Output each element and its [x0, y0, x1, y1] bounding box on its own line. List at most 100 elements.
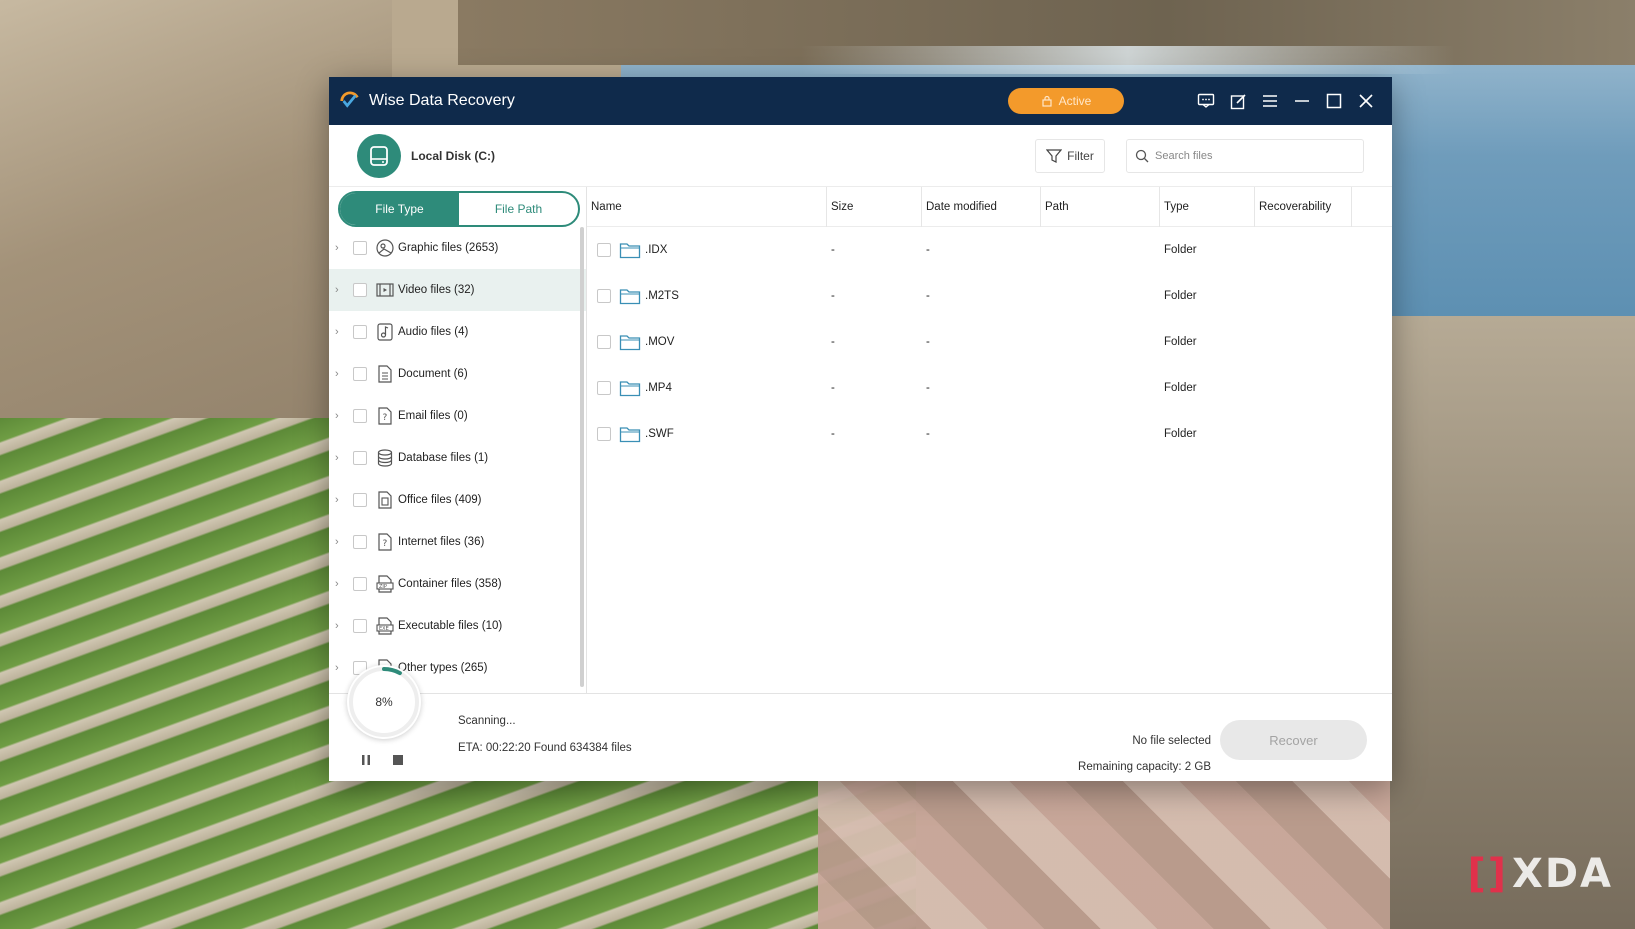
chevron-right-icon[interactable]: › — [335, 662, 345, 674]
cell-type: Folder — [1164, 336, 1197, 348]
stop-icon — [393, 755, 403, 765]
xda-watermark-logo: [] XDA — [1467, 851, 1613, 897]
folder-icon — [619, 243, 641, 259]
category-item[interactable]: › Document (6) — [329, 353, 586, 395]
column-path[interactable]: Path — [1041, 186, 1160, 227]
feedback-icon[interactable] — [1196, 91, 1216, 111]
category-checkbox[interactable] — [353, 241, 367, 255]
category-label: Container files (358) — [398, 578, 502, 590]
folder-icon — [619, 335, 641, 351]
app-logo-icon — [340, 91, 359, 108]
view-toggle: File Type File Path — [338, 191, 580, 227]
category-checkbox[interactable] — [353, 577, 367, 591]
category-label: Document (6) — [398, 368, 468, 380]
column-type[interactable]: Type — [1160, 186, 1255, 227]
category-checkbox[interactable] — [353, 283, 367, 297]
disk-label: Local Disk (C:) — [411, 148, 496, 163]
category-item[interactable]: ›? Internet files (36) — [329, 521, 586, 563]
cell-size: - — [831, 244, 835, 256]
chevron-right-icon[interactable]: › — [335, 620, 345, 632]
chevron-right-icon[interactable]: › — [335, 326, 345, 338]
cell-date: - — [926, 382, 930, 394]
column-recoverability[interactable]: Recoverability — [1255, 186, 1352, 227]
chevron-right-icon[interactable]: › — [335, 242, 345, 254]
maximize-icon[interactable] — [1324, 91, 1344, 111]
category-label: Email files (0) — [398, 410, 468, 422]
category-label: Graphic files (2653) — [398, 242, 499, 254]
scan-eta: ETA: 00:22:20 Found 634384 files — [458, 742, 632, 754]
recover-button[interactable]: Recover — [1220, 720, 1367, 760]
chevron-right-icon[interactable]: › — [335, 284, 345, 296]
active-license-button[interactable]: Active — [1008, 88, 1124, 114]
document-icon — [375, 364, 395, 384]
search-box — [1126, 138, 1364, 173]
zip-icon: ZIP — [375, 574, 395, 594]
stop-button[interactable] — [391, 753, 405, 767]
progress-percent: 8% — [375, 695, 393, 709]
category-checkbox[interactable] — [353, 325, 367, 339]
file-name: .SWF — [645, 428, 674, 440]
tab-file-path[interactable]: File Path — [459, 193, 578, 225]
table-row[interactable]: .MOV - - Folder — [587, 319, 1392, 365]
category-label: Video files (32) — [398, 284, 475, 296]
filter-button[interactable]: Filter — [1035, 138, 1105, 173]
chevron-right-icon[interactable]: › — [335, 494, 345, 506]
category-item[interactable]: › Database files (1) — [329, 437, 586, 479]
category-item[interactable]: › Video files (32) — [329, 269, 586, 311]
tab-file-type[interactable]: File Type — [340, 193, 459, 225]
table-header: Name Size Date modified Path Type Recove… — [587, 186, 1392, 227]
category-label: Internet files (36) — [398, 536, 485, 548]
chevron-right-icon[interactable]: › — [335, 410, 345, 422]
category-checkbox[interactable] — [353, 535, 367, 549]
search-input[interactable] — [1155, 149, 1345, 162]
table-row[interactable]: .MP4 - - Folder — [587, 365, 1392, 411]
category-checkbox[interactable] — [353, 619, 367, 633]
cell-size: - — [831, 428, 835, 440]
edit-icon[interactable] — [1228, 91, 1248, 111]
main-content: File Type File Path › Graphic files (2653… — [329, 186, 1392, 693]
minimize-icon[interactable] — [1292, 91, 1312, 111]
cell-size: - — [831, 290, 835, 302]
category-item[interactable]: › Audio files (4) — [329, 311, 586, 353]
category-checkbox[interactable] — [353, 367, 367, 381]
category-checkbox[interactable] — [353, 451, 367, 465]
category-item[interactable]: ›? Email files (0) — [329, 395, 586, 437]
file-name: .MOV — [645, 336, 675, 348]
cell-type: Folder — [1164, 428, 1197, 440]
category-checkbox[interactable] — [353, 409, 367, 423]
exe-icon: EXE — [375, 616, 395, 636]
row-checkbox[interactable] — [597, 381, 611, 395]
table-row[interactable]: .IDX - - Folder — [587, 227, 1392, 273]
category-item[interactable]: › EXE Executable files (10) — [329, 605, 586, 647]
table-row[interactable]: .M2TS - - Folder — [587, 273, 1392, 319]
category-item[interactable]: › ZIP Container files (358) — [329, 563, 586, 605]
row-checkbox[interactable] — [597, 335, 611, 349]
search-icon — [1135, 149, 1149, 162]
chevron-right-icon[interactable]: › — [335, 452, 345, 464]
chevron-right-icon[interactable]: › — [335, 578, 345, 590]
category-checkbox[interactable] — [353, 493, 367, 507]
video-icon — [375, 280, 395, 300]
column-date-modified[interactable]: Date modified — [922, 186, 1041, 227]
chevron-right-icon[interactable]: › — [335, 368, 345, 380]
menu-icon[interactable] — [1260, 91, 1280, 111]
category-item[interactable]: › Graphic files (2653) — [329, 227, 586, 269]
email-icon: ? — [375, 406, 395, 426]
pause-icon — [362, 755, 370, 765]
column-size[interactable]: Size — [827, 186, 922, 227]
row-checkbox[interactable] — [597, 289, 611, 303]
close-icon[interactable] — [1356, 91, 1376, 111]
chevron-right-icon[interactable]: › — [335, 536, 345, 548]
status-footer: 8% Scanning... ETA: 00:22:20 Found 63438… — [329, 665, 1392, 781]
table-row[interactable]: .SWF - - Folder — [587, 411, 1392, 457]
sidebar-scrollbar[interactable] — [580, 227, 584, 687]
pause-button[interactable] — [359, 753, 373, 767]
row-checkbox[interactable] — [597, 243, 611, 257]
svg-text:EXE: EXE — [379, 626, 389, 632]
column-name[interactable]: Name — [587, 186, 827, 227]
category-item[interactable]: › Office files (409) — [329, 479, 586, 521]
folder-icon — [619, 381, 641, 397]
folder-icon — [619, 289, 641, 305]
svg-text:?: ? — [383, 539, 388, 549]
row-checkbox[interactable] — [597, 427, 611, 441]
